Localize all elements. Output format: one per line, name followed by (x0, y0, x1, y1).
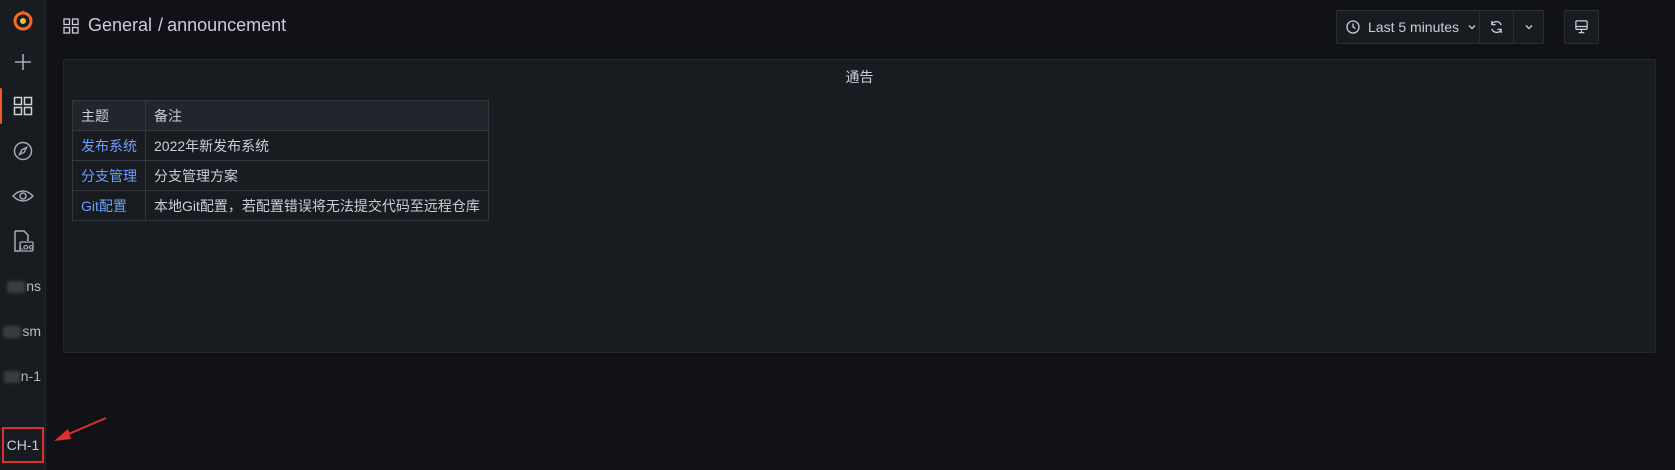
sidebar-item-ch-1[interactable]: CH-1 (2, 427, 44, 463)
table-row: Git配置 本地Git配置，若配置错误将无法提交代码至远程仓库 (72, 190, 489, 221)
table-header-row: 主题 备注 (72, 100, 489, 131)
breadcrumb-dashboard[interactable]: announcement (167, 15, 286, 35)
refresh-icon (1491, 20, 1502, 34)
sidebar-item-label: n-1 (20, 368, 41, 384)
sidebar: LOG ns sm n-1 CH-1 (0, 0, 46, 470)
svg-text:LOG: LOG (19, 244, 34, 252)
refresh-interval-dropdown[interactable] (1513, 11, 1543, 43)
tv-mode-button[interactable] (1565, 11, 1598, 43)
breadcrumb-separator: / (158, 15, 164, 35)
sidebar-item-ns[interactable]: ns (0, 278, 45, 294)
column-header-topic: 主题 (72, 100, 146, 131)
announcement-table: 主题 备注 发布系统 2022年新发布系统 分支管理 分支管理方案 Git配置 … (72, 100, 489, 221)
table-row: 分支管理 分支管理方案 (72, 160, 489, 191)
sidebar-item-n-1[interactable]: n-1 (0, 368, 45, 384)
plus-icon (14, 54, 31, 70)
grafana-logo-icon (13, 10, 32, 31)
column-header-note: 备注 (145, 100, 489, 131)
sidebar-item-label: ns (26, 278, 41, 294)
chevron-down-icon (1468, 25, 1476, 30)
time-range-label: Last 5 minutes (1368, 19, 1460, 35)
annotation-arrow (54, 417, 107, 441)
sidebar-item-alerting[interactable] (0, 176, 45, 216)
breadcrumb: General / announcement (88, 15, 286, 36)
table-row: 发布系统 2022年新发布系统 (72, 130, 489, 161)
refresh-button[interactable] (1480, 11, 1513, 43)
dashboards-icon (13, 96, 32, 116)
time-range-picker[interactable]: Last 5 minutes (1337, 11, 1486, 43)
clock-icon (1346, 20, 1360, 34)
note-cell: 分支管理方案 (145, 160, 489, 191)
breadcrumb-folder[interactable]: General (88, 15, 152, 35)
refresh-group (1479, 10, 1544, 44)
announcement-panel: 通告 主题 备注 发布系统 2022年新发布系统 分支管理 分支管理方案 Git… (63, 59, 1656, 353)
grafana-logo[interactable] (0, 0, 45, 40)
sidebar-item-logs[interactable]: LOG (0, 221, 45, 261)
chevron-down-icon (1525, 25, 1532, 30)
dashboards-icon (63, 18, 79, 34)
create-button[interactable] (0, 42, 45, 82)
sidebar-item-label: CH-1 (6, 437, 40, 453)
sidebar-item-label: sm (22, 323, 41, 339)
panel-title[interactable]: 通告 (64, 67, 1655, 87)
note-cell: 本地Git配置，若配置错误将无法提交代码至远程仓库 (145, 190, 489, 221)
topic-link[interactable]: Git配置 (72, 190, 146, 221)
eye-icon (11, 190, 34, 202)
monitor-icon (1575, 20, 1588, 34)
compass-icon (13, 141, 32, 161)
sidebar-item-sm[interactable]: sm (0, 323, 45, 339)
view-mode-group (1564, 10, 1599, 44)
topic-link[interactable]: 分支管理 (72, 160, 146, 191)
sidebar-item-dashboards[interactable] (0, 86, 45, 126)
note-cell: 2022年新发布系统 (145, 130, 489, 161)
topic-link[interactable]: 发布系统 (72, 130, 146, 161)
logs-icon: LOG (13, 230, 34, 252)
sidebar-item-explore[interactable] (0, 131, 45, 171)
top-bar: General / announcement Last 5 minutes (45, 0, 1675, 54)
